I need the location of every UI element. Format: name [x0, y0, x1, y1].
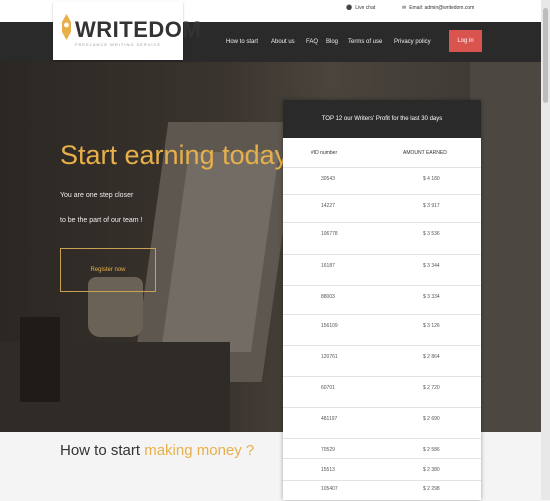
table-row: 14227 $ 3 917	[283, 194, 481, 218]
row-id: 106778	[321, 231, 338, 237]
row-amount: $ 3 126	[423, 323, 440, 329]
table-row: 15513 $ 2 380	[283, 458, 481, 482]
row-amount: $ 2 690	[423, 416, 440, 422]
page-scrollbar[interactable]	[541, 0, 550, 500]
email-link[interactable]: ✉ Email: admin@writedom.com	[402, 5, 474, 11]
hero-subtitle-line1: You are one step closer	[60, 192, 134, 199]
table-row: 30543 $ 4 180	[283, 167, 481, 191]
row-amount: $ 2 864	[423, 354, 440, 360]
scrollbar-thumb[interactable]	[543, 8, 548, 103]
logo-wordmark: WRITEDOM	[75, 17, 201, 43]
row-amount: $ 2 720	[423, 385, 440, 391]
site-logo[interactable]: WRITEDOM FREELANCE WRITING SERVICE	[53, 2, 201, 60]
email-label: Email: admin@writedom.com	[409, 5, 475, 11]
nav-how-to-start[interactable]: How to start	[226, 39, 258, 45]
hero-title: Start earning today	[60, 140, 289, 170]
table-row: 105407 $ 2 298	[283, 480, 481, 501]
live-chat-label: Live chat	[355, 5, 376, 11]
row-amount: $ 2 380	[423, 467, 440, 473]
pen-pin-icon	[62, 14, 71, 40]
nav-blog[interactable]: Blog	[326, 39, 338, 45]
top-writers-panel: TOP 12 our Writers' Profit for the last …	[283, 100, 481, 500]
row-amount: $ 3 536	[423, 231, 440, 237]
hero-subtitle-line2: to be the part of our team !	[60, 217, 143, 224]
row-amount: $ 2 298	[423, 486, 440, 492]
row-id: 14227	[321, 203, 335, 209]
row-amount: $ 3 334	[423, 294, 440, 300]
table-row: 481197 $ 2 690	[283, 407, 481, 431]
mail-icon: ✉	[402, 5, 407, 11]
logo-word-dom: DOM	[148, 17, 202, 42]
row-id: 105407	[321, 486, 338, 492]
heading-part1: How to start	[60, 442, 141, 459]
row-id: 481197	[321, 416, 338, 422]
hero-cup	[20, 317, 60, 402]
live-chat-link[interactable]: ⚫ Live chat	[346, 5, 375, 11]
nav-terms-of-use[interactable]: Terms of use	[348, 39, 382, 45]
row-amount: $ 3 917	[423, 203, 440, 209]
heading-part2: making money ?	[144, 442, 255, 459]
login-button[interactable]: Log in	[449, 30, 482, 52]
row-id: 15513	[321, 467, 335, 473]
logo-word-write: WRITE	[75, 17, 149, 42]
nav-about-us[interactable]: About us	[271, 39, 295, 45]
row-id: 88003	[321, 294, 335, 300]
table-row: 16187 $ 3 344	[283, 254, 481, 278]
chat-icon: ⚫	[346, 5, 353, 11]
nav-faq[interactable]: FAQ	[306, 39, 318, 45]
hero-right-background	[470, 62, 550, 432]
row-id: 70529	[321, 447, 335, 453]
row-id: 156109	[321, 323, 338, 329]
table-row: 156109 $ 3 126	[283, 314, 481, 338]
row-id: 120761	[321, 354, 338, 360]
table-row: 88003 $ 3 334	[283, 285, 481, 309]
row-id: 30543	[321, 176, 335, 182]
column-header-amount: AMOUNT EARNED	[403, 150, 447, 156]
register-now-button[interactable]: Register now	[60, 248, 156, 292]
row-amount: $ 2 586	[423, 447, 440, 453]
panel-title: TOP 12 our Writers' Profit for the last …	[283, 100, 481, 138]
column-header-id: #ID number	[311, 150, 338, 156]
row-id: 16187	[321, 263, 335, 269]
nav-privacy-policy[interactable]: Privacy policy	[394, 39, 431, 45]
logo-tagline: FREELANCE WRITING SERVICE	[75, 42, 162, 47]
row-amount: $ 4 180	[423, 176, 440, 182]
table-row: 120761 $ 2 864	[283, 345, 481, 369]
table-row: 106778 $ 3 536	[283, 222, 481, 246]
table-row: 60701 $ 2 720	[283, 376, 481, 400]
row-id: 60701	[321, 385, 335, 391]
how-to-start-heading: How to start making money ?	[60, 442, 254, 459]
row-amount: $ 3 344	[423, 263, 440, 269]
